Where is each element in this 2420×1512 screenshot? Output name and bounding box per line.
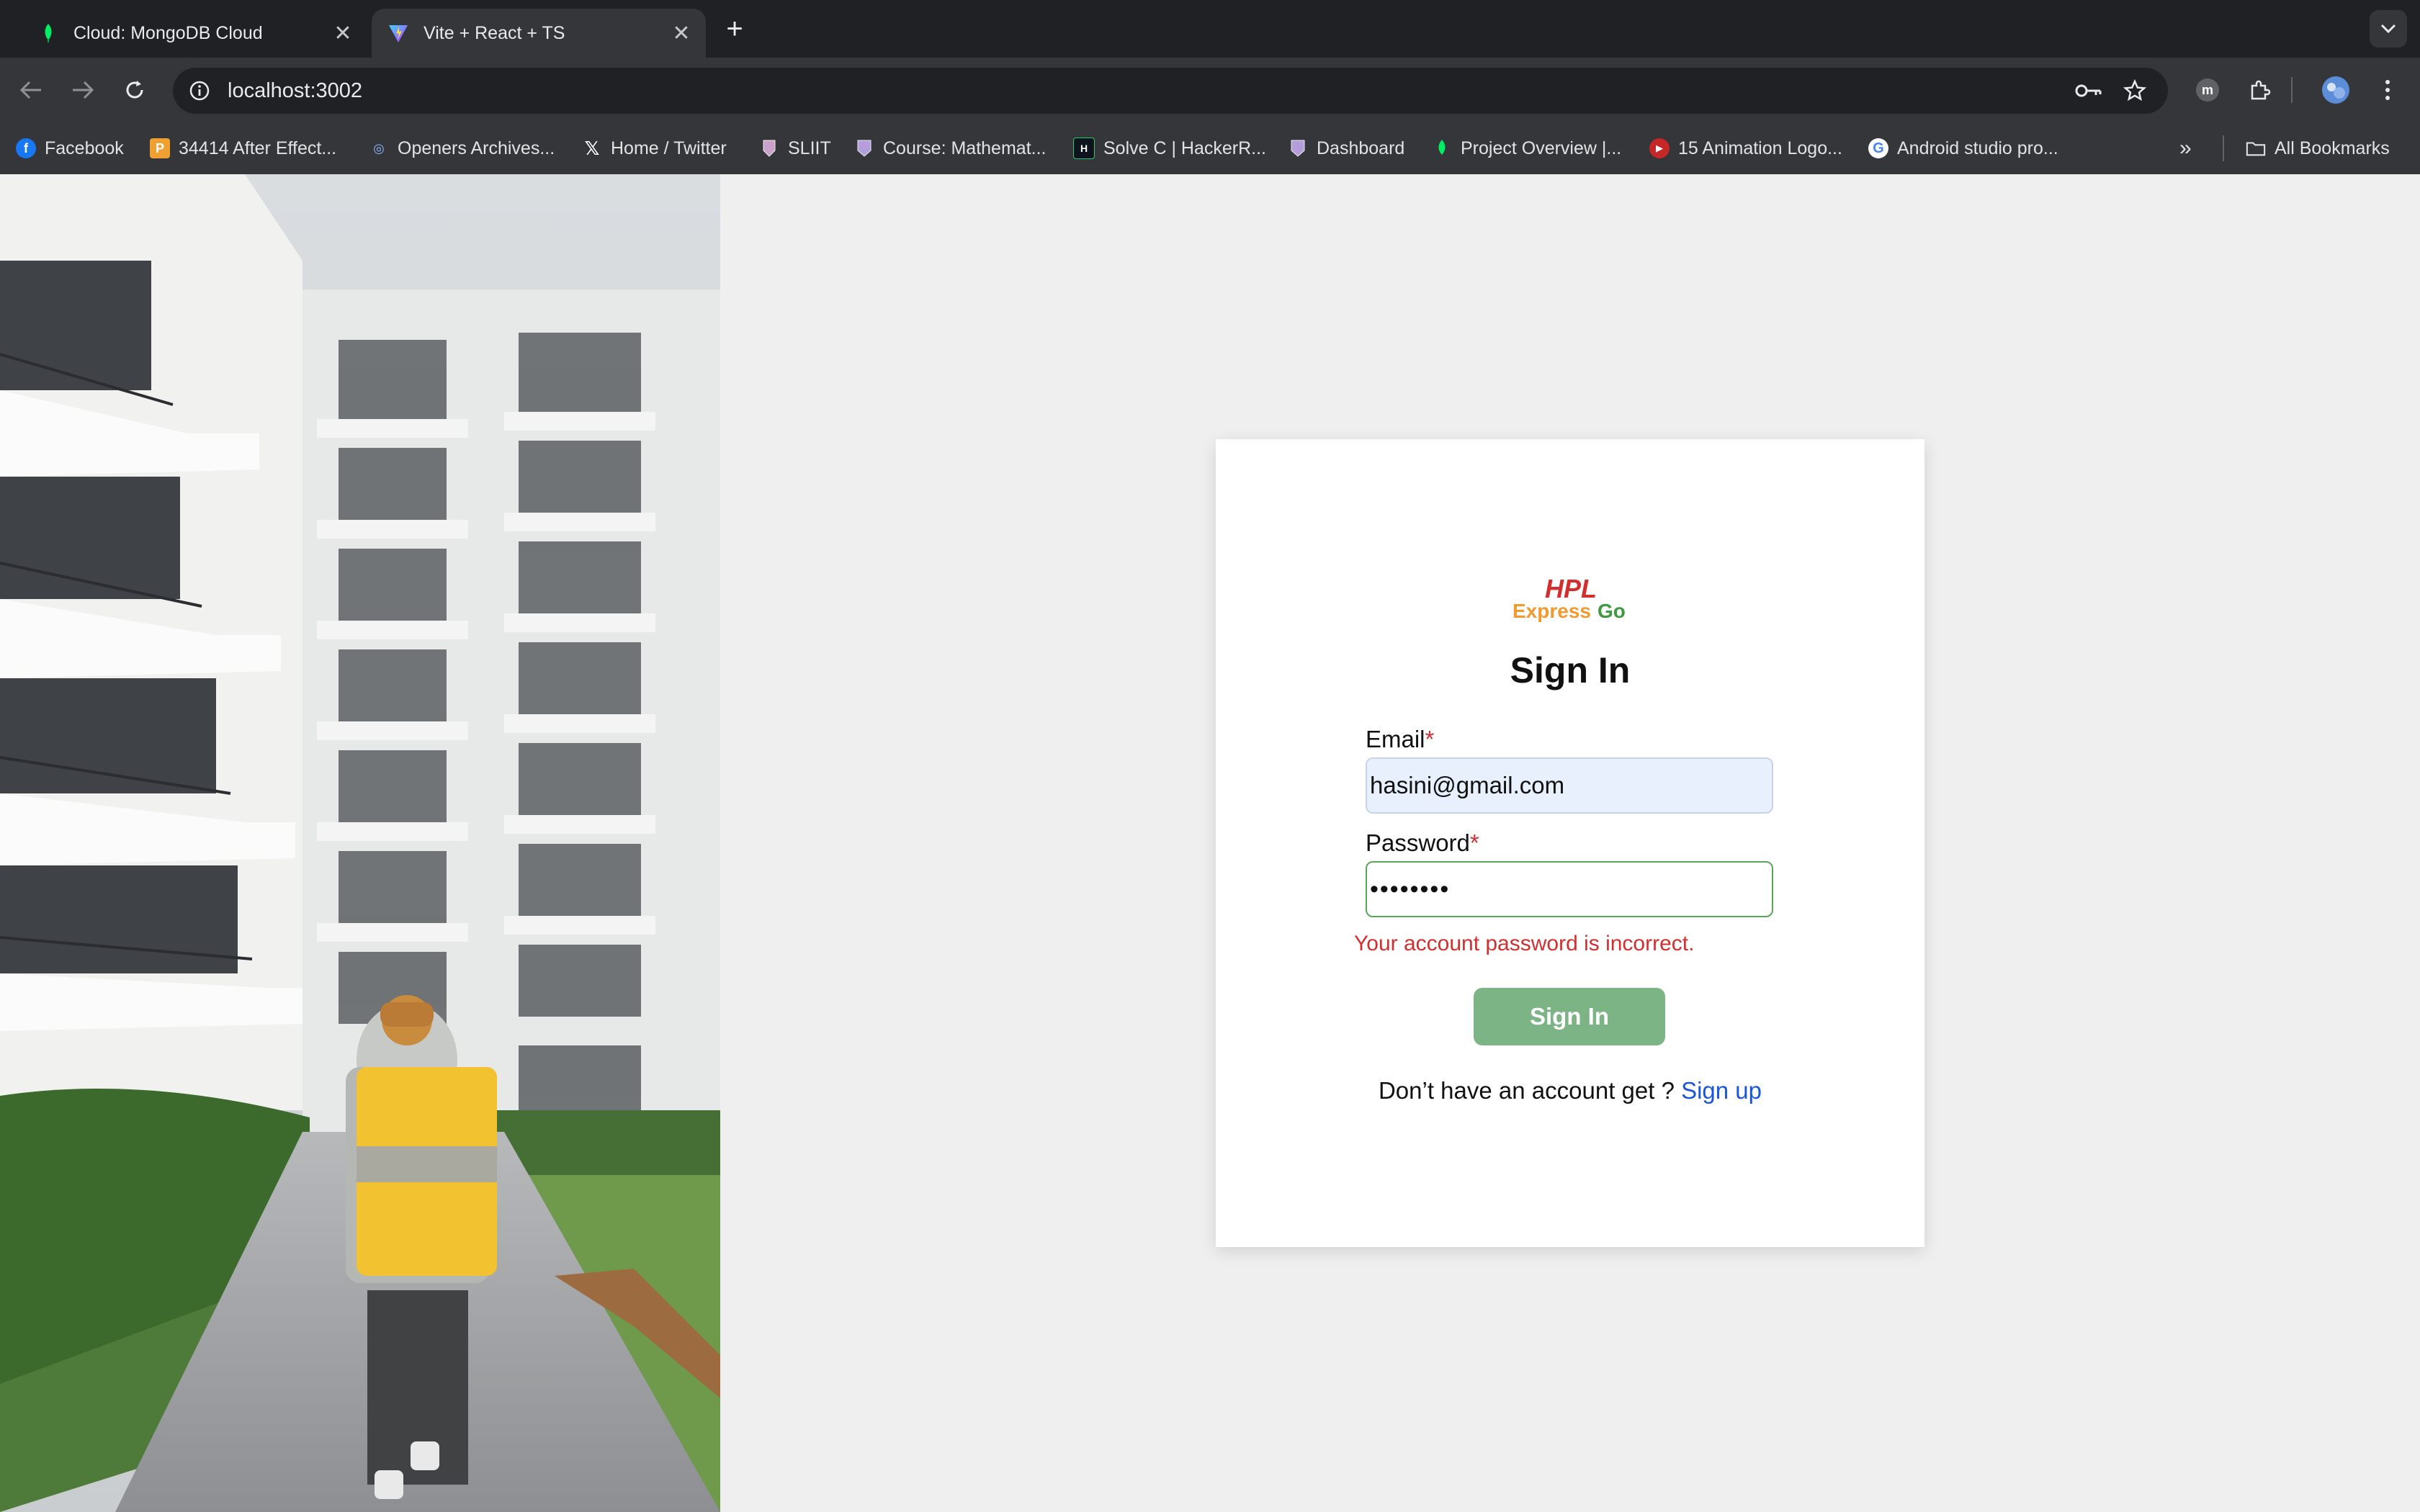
signup-prompt: Don’t have an account get ?: [1378, 1077, 1675, 1104]
tab-mongodb[interactable]: Cloud: MongoDB Cloud ✕: [22, 9, 367, 58]
bookmark-label: Solve C | HackerR...: [1103, 138, 1267, 158]
site-icon: ◎: [373, 140, 385, 156]
bookmark-android-studio[interactable]: G Android studio pro...: [1868, 135, 2058, 161]
profile-avatar[interactable]: [2318, 72, 2354, 108]
svg-text:HPL: HPL: [1545, 575, 1597, 603]
email-label-text: Email: [1366, 726, 1425, 752]
site-info-icon[interactable]: [187, 78, 212, 103]
bookmark-label: Openers Archives...: [398, 138, 555, 158]
address-bar[interactable]: localhost:3002: [173, 68, 2168, 114]
svg-text:Express: Express: [1512, 600, 1591, 622]
more-bookmarks-chevron-icon[interactable]: »: [2179, 135, 2192, 161]
required-mark: *: [1425, 726, 1435, 752]
bookmark-label: Project Overview |...: [1461, 138, 1622, 158]
bookmark-label: Course: Mathemat...: [883, 138, 1047, 158]
sliit-icon: [759, 138, 779, 158]
bookmark-label: 15 Animation Logo...: [1678, 138, 1842, 158]
bookmark-hackerrank[interactable]: H Solve C | HackerR...: [1073, 135, 1266, 161]
kebab-menu-icon[interactable]: [2370, 72, 2406, 108]
courseweb-icon: [854, 138, 874, 158]
sign-in-card: HPL Express Go Sign In Email* hasini@gma…: [1216, 439, 1924, 1247]
signup-prompt-row: Don’t have an account get ? Sign up: [1216, 1077, 1924, 1104]
required-mark: *: [1469, 829, 1479, 856]
forward-arrow-icon[interactable]: [65, 72, 101, 108]
courseweb-icon: [1288, 138, 1308, 158]
extensions-puzzle-icon[interactable]: [2241, 72, 2277, 108]
email-field[interactable]: hasini@gmail.com: [1366, 757, 1773, 814]
tab-search-chevron-icon[interactable]: [2370, 10, 2407, 48]
bookmark-dashboard[interactable]: Dashboard: [1288, 135, 1404, 161]
bookmark-star-icon[interactable]: [2113, 68, 2156, 114]
bookmark-label: Android studio pro...: [1897, 138, 2058, 158]
bookmark-openers[interactable]: ◎ Openers Archives...: [369, 135, 555, 161]
all-bookmarks[interactable]: All Bookmarks: [2246, 135, 2390, 161]
tab-title: Vite + React + TS: [424, 22, 565, 43]
url-text: localhost:3002: [228, 78, 363, 102]
bookmark-after-effect[interactable]: P 34414 After Effect...: [150, 135, 336, 161]
bookmark-label: SLIIT: [788, 138, 831, 158]
tab-title: Cloud: MongoDB Cloud: [73, 22, 263, 43]
p-icon: P: [150, 138, 170, 158]
bookmarks-divider: [2223, 135, 2224, 161]
mongodb-icon: [1432, 138, 1452, 158]
svg-text:m: m: [2202, 83, 2213, 97]
error-message: Your account password is incorrect.: [1354, 932, 1695, 955]
bookmark-label: Facebook: [45, 138, 124, 158]
email-label: Email*: [1366, 726, 1434, 753]
facebook-icon: f: [16, 138, 36, 158]
vite-icon: [387, 22, 409, 44]
toolbar-divider: [2287, 72, 2296, 108]
mongodb-leaf-icon: [37, 22, 59, 44]
bookmark-facebook[interactable]: f Facebook: [16, 135, 124, 161]
bookmark-animation-logo[interactable]: ▶ 15 Animation Logo...: [1649, 135, 1842, 161]
youtube-icon: ▶: [1649, 138, 1670, 158]
svg-text:Go: Go: [1597, 600, 1626, 622]
tab-vite[interactable]: Vite + React + TS ✕: [372, 9, 706, 58]
new-tab-plus-icon[interactable]: +: [719, 13, 750, 45]
tab-strip: Cloud: MongoDB Cloud ✕ Vite + React + TS…: [0, 0, 2420, 58]
bookmark-label: 34414 After Effect...: [179, 138, 337, 158]
close-icon[interactable]: ✕: [328, 19, 357, 48]
bookmark-label: Dashboard: [1317, 138, 1405, 158]
bookmark-label: Home / Twitter: [611, 138, 727, 158]
password-field[interactable]: ••••••••: [1366, 861, 1773, 917]
password-label: Password*: [1366, 829, 1479, 857]
back-arrow-icon[interactable]: [13, 72, 49, 108]
email-value: hasini@gmail.com: [1370, 772, 1565, 798]
bookmark-label: All Bookmarks: [2275, 138, 2390, 158]
hero-photo-courier-walking: [0, 174, 720, 1512]
google-icon: G: [1868, 138, 1888, 158]
close-icon[interactable]: ✕: [667, 19, 696, 48]
hpl-expressgo-logo: HPL Express Go: [1510, 574, 1632, 625]
bookmark-course[interactable]: Course: Mathemat...: [854, 135, 1046, 161]
password-value: ••••••••: [1370, 875, 1451, 903]
folder-icon: [2246, 138, 2266, 158]
bookmarks-bar: f Facebook P 34414 After Effect... ◎ Ope…: [0, 122, 2420, 175]
browser-toolbar: localhost:3002 m: [0, 58, 2420, 122]
sign-up-link[interactable]: Sign up: [1681, 1077, 1762, 1104]
password-label-text: Password: [1366, 829, 1470, 856]
sign-in-button[interactable]: Sign In: [1474, 988, 1665, 1045]
page-title: Sign In: [1510, 650, 1631, 690]
reload-icon[interactable]: [117, 72, 153, 108]
x-icon: 𝕏: [584, 137, 600, 159]
bookmark-twitter[interactable]: 𝕏 Home / Twitter: [582, 135, 727, 161]
bookmark-sliit[interactable]: SLIIT: [759, 135, 831, 161]
hackerrank-icon: H: [1073, 138, 1095, 159]
bookmark-project-overview[interactable]: Project Overview |...: [1432, 135, 1621, 161]
extension-m-icon[interactable]: m: [2190, 72, 2226, 108]
browser-chrome: Cloud: MongoDB Cloud ✕ Vite + React + TS…: [0, 0, 2420, 175]
password-key-icon[interactable]: [2067, 68, 2110, 114]
